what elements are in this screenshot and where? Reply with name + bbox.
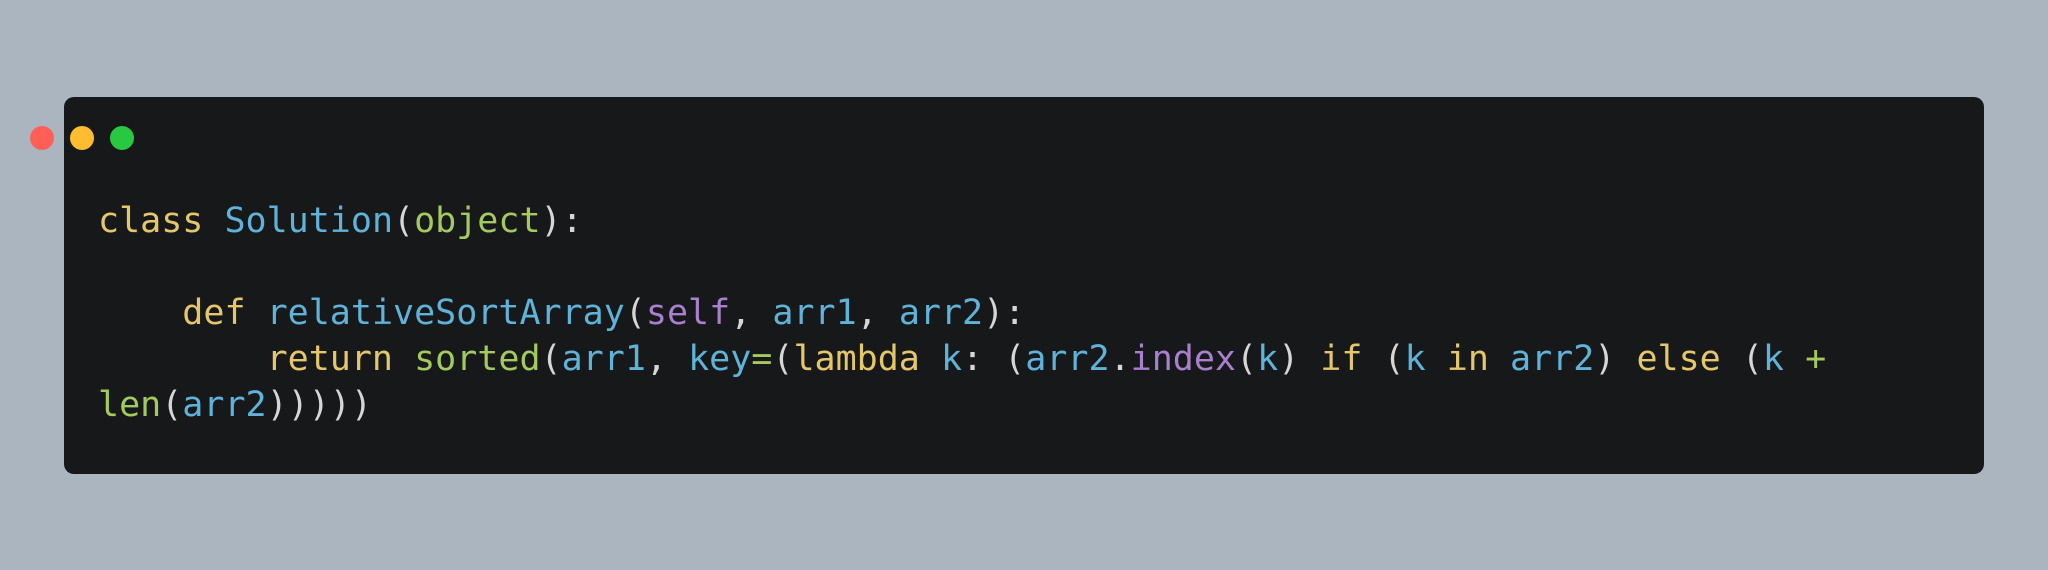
variable-name: arr2: [1025, 339, 1110, 379]
code-punctuation: ))))): [266, 385, 372, 425]
code-block: class Solution(object): def relativeSort…: [98, 198, 1826, 428]
minimize-window-dot-icon[interactable]: [70, 126, 94, 150]
keyword-lambda: lambda: [793, 339, 920, 379]
code-punctuation: (: [624, 293, 646, 333]
code-punctuation: ,: [856, 293, 899, 333]
variable-name: arr1: [561, 339, 646, 379]
method-name: index: [1130, 339, 1236, 379]
parameter-name: arr2: [898, 293, 984, 333]
code-line-5: len(arr2))))): [98, 382, 1826, 428]
keyword-if: if: [1320, 339, 1363, 379]
code-line-3: def relativeSortArray(self, arr1, arr2):: [98, 290, 1826, 336]
code-operator: +: [1805, 339, 1827, 379]
code-line-4: return sorted(arr1, key=(lambda k: (arr2…: [98, 336, 1827, 382]
builtin-function: sorted: [414, 339, 541, 379]
code-operator: =: [751, 339, 773, 379]
code-punctuation: ): [1278, 339, 1321, 379]
code-punctuation: (: [1362, 339, 1405, 379]
keyword-argument: key: [688, 339, 752, 379]
variable-name: k: [1762, 339, 1784, 379]
code-punctuation: ): [1594, 339, 1637, 379]
close-window-dot-icon[interactable]: [30, 126, 54, 150]
code-punctuation: ):: [540, 201, 583, 241]
builtin-function: len: [98, 385, 162, 425]
code-punctuation: ):: [983, 293, 1026, 333]
function-name: relativeSortArray: [266, 293, 625, 333]
code-line-1: class Solution(object):: [98, 198, 1826, 244]
keyword-return: return: [266, 339, 394, 379]
code-punctuation: (: [161, 385, 183, 425]
code-punctuation: ,: [645, 339, 689, 379]
variable-name: k: [1257, 339, 1279, 379]
code-punctuation: : (: [962, 339, 1026, 379]
self-parameter: self: [645, 293, 731, 333]
code-punctuation: (: [540, 339, 562, 379]
code-punctuation: (: [393, 201, 415, 241]
variable-name: arr2: [1510, 339, 1595, 379]
variable-name: k: [1404, 339, 1426, 379]
keyword-class: class: [98, 201, 204, 241]
variable-name: arr2: [182, 385, 267, 425]
keyword-in: in: [1446, 339, 1489, 379]
parameter-name: arr1: [772, 293, 857, 333]
keyword-else: else: [1636, 339, 1721, 379]
class-name: Solution: [224, 201, 394, 241]
code-punctuation: ,: [730, 293, 773, 333]
code-punctuation: (: [1235, 339, 1258, 379]
code-punctuation: .: [1109, 339, 1131, 379]
code-punctuation: (: [1720, 339, 1763, 379]
keyword-def: def: [182, 293, 246, 333]
variable-name: k: [940, 339, 963, 379]
code-punctuation: (: [772, 339, 794, 379]
base-class-name: object: [414, 201, 541, 241]
maximize-window-dot-icon[interactable]: [110, 126, 134, 150]
